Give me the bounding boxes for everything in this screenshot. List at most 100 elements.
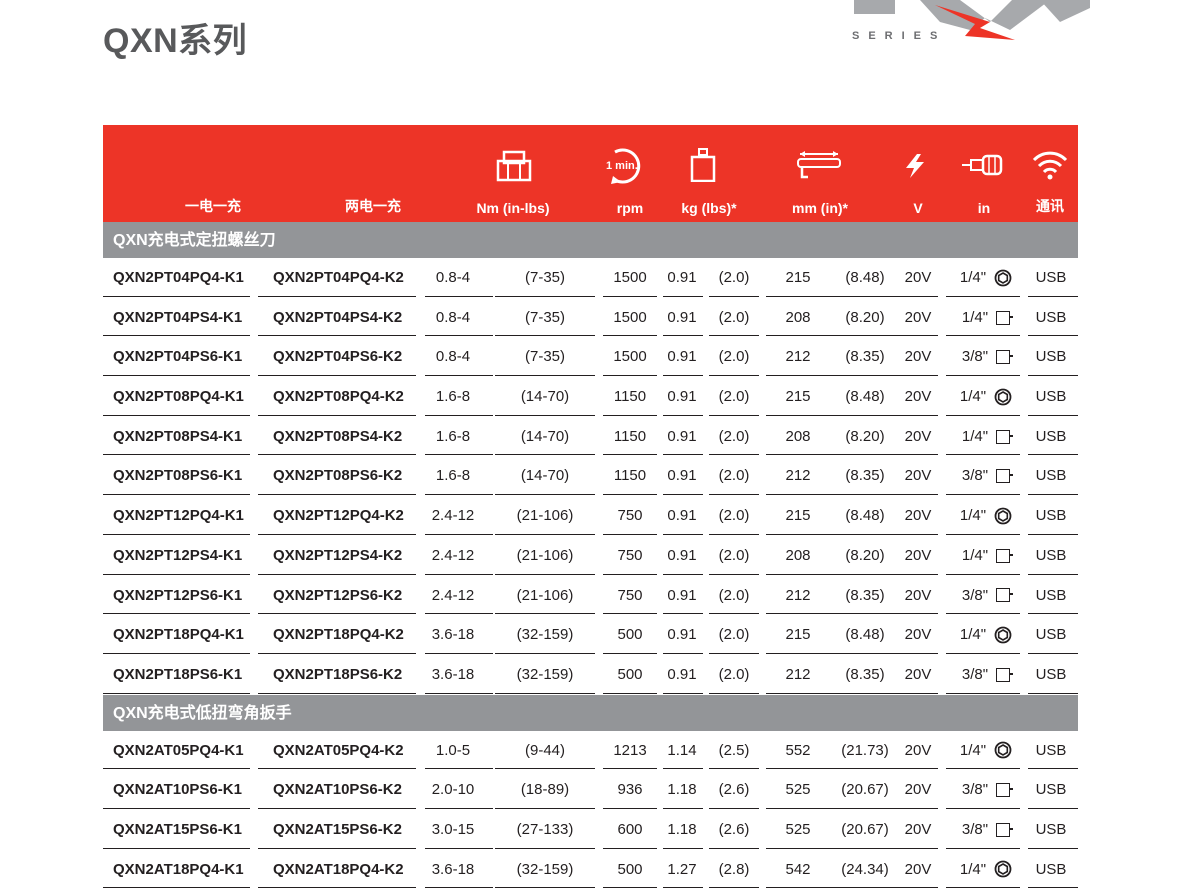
- rpm-cell: 936: [617, 781, 643, 799]
- cell-underline: [830, 454, 900, 456]
- rpm-cell: 750: [617, 586, 643, 604]
- nm-cell: 1.0-5: [435, 741, 471, 759]
- inlbs-cell: (7-35): [524, 269, 565, 286]
- cell-underline: [663, 494, 703, 496]
- cell-underline: [495, 847, 595, 849]
- inlbs-cell: (21-106): [516, 546, 574, 564]
- cell-underline: [900, 375, 938, 377]
- comm-cell: USB: [1035, 665, 1067, 683]
- table-row: QXN2PT04PQ4-K1 QXN2PT04PQ4-K2 0.8-4 (7-35) 1…: [103, 258, 1078, 298]
- cell-underline: [663, 335, 703, 337]
- cell-underline: [766, 573, 830, 575]
- cell-underline: [603, 652, 657, 654]
- cell-underline: [709, 573, 759, 575]
- cell-underline: [258, 414, 416, 416]
- header-label: Nm (in-lbs): [476, 200, 550, 216]
- k2-cell: QXN2PT18PS6-K2: [273, 665, 403, 683]
- drive-cell: 1/4": [945, 417, 1027, 457]
- table-header: 1 min. 一电一充 两电一充 Nm (in-lbs) rpm kg (lbs…: [103, 125, 1078, 222]
- cell-underline: [766, 454, 830, 456]
- cell-underline: [663, 807, 703, 809]
- cell-underline: [709, 414, 759, 416]
- cell-underline: [603, 573, 657, 575]
- rpm-cell: 500: [617, 665, 643, 683]
- cell-underline: [258, 807, 416, 809]
- cell-underline: [709, 494, 759, 496]
- mm-cell: 525: [785, 820, 811, 838]
- rpm-cell: 1500: [613, 308, 647, 326]
- cell-underline: [830, 652, 900, 654]
- lbs-cell: (2.8): [718, 860, 750, 878]
- lbs-cell: (2.0): [718, 665, 750, 683]
- cell-underline: [663, 454, 703, 456]
- inlbs-cell: (27-133): [516, 820, 574, 838]
- cell-underline: [709, 533, 759, 535]
- header-label: V: [913, 200, 923, 216]
- cell-underline: [495, 573, 595, 575]
- drive-size: 1/4": [961, 308, 989, 326]
- cell-underline: [425, 494, 493, 496]
- nm-cell: 0.8-4: [435, 348, 471, 366]
- inlbs-cell: (32-159): [516, 665, 574, 683]
- cell-underline: [425, 375, 493, 377]
- inch-cell: (8.48): [845, 507, 885, 525]
- mm-cell: 215: [785, 269, 811, 286]
- cell-underline: [900, 768, 938, 770]
- cell-underline: [709, 692, 759, 694]
- cell-underline: [495, 454, 595, 456]
- cell-underline: [946, 295, 1020, 297]
- cell-underline: [709, 887, 759, 889]
- drive-cell: 1/4": [945, 850, 1027, 889]
- cell-underline: [946, 847, 1020, 849]
- kg-cell: 0.91: [667, 626, 697, 644]
- rpm-cell: 750: [617, 546, 643, 564]
- drive-cell: 1/4": [945, 377, 1027, 417]
- v-cell: 20V: [904, 348, 932, 366]
- cell-underline: [1028, 652, 1078, 654]
- k2-cell: QXN2PT04PS4-K2: [273, 308, 403, 326]
- drive-size: 1/4": [959, 741, 987, 759]
- comm-cell: USB: [1035, 820, 1067, 838]
- drive-size: 1/4": [959, 388, 987, 406]
- mm-cell: 215: [785, 626, 811, 644]
- k1-cell: QXN2AT10PS6-K1: [113, 781, 242, 799]
- cell-underline: [766, 494, 830, 496]
- voltage-bolt-icon: [906, 154, 924, 178]
- cell-underline: [258, 652, 416, 654]
- table-row: QXN2PT04PS6-K1 QXN2PT04PS6-K2 0.8-4 (7-35) 1…: [103, 337, 1078, 377]
- kg-cell: 0.91: [667, 586, 697, 604]
- drive-cell: 1/4": [945, 731, 1027, 771]
- v-cell: 20V: [904, 308, 932, 326]
- cell-underline: [709, 454, 759, 456]
- cell-underline: [1028, 692, 1078, 694]
- cell-underline: [103, 887, 250, 889]
- drive-cell: 1/4": [945, 298, 1027, 338]
- drive-size: 3/8": [961, 781, 989, 799]
- comm-cell: USB: [1035, 626, 1067, 644]
- inch-cell: (8.48): [845, 626, 885, 644]
- cell-underline: [766, 375, 830, 377]
- inlbs-cell: (32-159): [516, 860, 574, 878]
- cell-underline: [103, 807, 250, 809]
- rpm-cell: 500: [617, 626, 643, 644]
- cell-underline: [1028, 887, 1078, 889]
- kg-cell: 0.91: [667, 665, 697, 683]
- v-cell: 20V: [904, 820, 932, 838]
- kg-cell: 1.27: [667, 860, 697, 878]
- inch-cell: (21.73): [841, 741, 889, 759]
- cell-underline: [830, 847, 900, 849]
- comm-cell: USB: [1035, 467, 1067, 485]
- comm-cell: USB: [1035, 741, 1067, 759]
- v-cell: 20V: [904, 467, 932, 485]
- lbs-cell: (2.0): [718, 348, 750, 366]
- drive-size: 1/4": [961, 546, 989, 564]
- cell-underline: [946, 533, 1020, 535]
- cell-underline: [103, 414, 250, 416]
- cell-underline: [900, 494, 938, 496]
- square-drive-icon: [996, 588, 1014, 603]
- cell-underline: [603, 375, 657, 377]
- mm-cell: 552: [785, 741, 811, 759]
- cell-underline: [495, 494, 595, 496]
- inch-cell: (8.20): [845, 546, 885, 564]
- cell-underline: [1028, 613, 1078, 615]
